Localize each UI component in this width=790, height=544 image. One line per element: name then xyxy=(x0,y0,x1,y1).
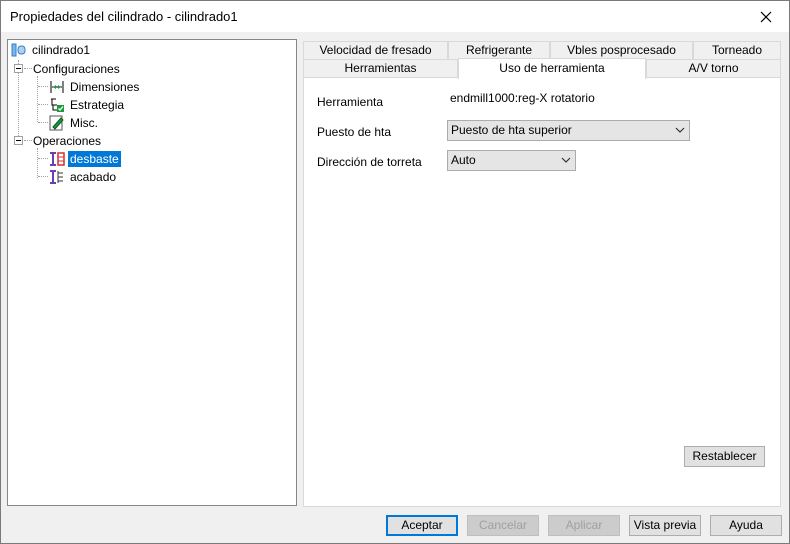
tree-item-dimensiones[interactable]: Dimensiones xyxy=(49,78,141,95)
strategy-icon xyxy=(51,98,64,112)
direccion-dropdown-value: Auto xyxy=(451,153,476,167)
tree-item-configuraciones[interactable]: Configuraciones xyxy=(31,60,122,77)
herramienta-label: Herramienta xyxy=(317,95,384,109)
property-tabs: Velocidad de fresado Refrigerante Vbles … xyxy=(303,41,781,507)
tree-connector xyxy=(37,76,38,122)
reset-button[interactable]: Restablecer xyxy=(684,446,765,467)
help-button[interactable]: Ayuda xyxy=(710,515,782,536)
direccion-dropdown[interactable]: Auto xyxy=(447,150,576,171)
puesto-dropdown-value: Puesto de hta superior xyxy=(451,123,572,137)
tree-item-root[interactable]: cilindrado1 xyxy=(11,41,92,58)
edit-icon xyxy=(49,115,64,130)
operations-tree[interactable]: cilindrado1 Configuraciones Dimensiones … xyxy=(7,39,297,506)
tree-connector xyxy=(37,148,38,178)
apply-button[interactable]: Aplicar xyxy=(548,515,620,536)
collapse-icon[interactable] xyxy=(14,136,23,145)
cylinder-icon xyxy=(11,43,26,56)
dimensions-icon xyxy=(50,80,64,93)
tree-label-operaciones: Operaciones xyxy=(33,133,102,148)
tab-av-torno[interactable]: A/V torno xyxy=(646,59,781,78)
chevron-down-icon xyxy=(675,127,685,133)
tree-label-acabado: acabado xyxy=(70,169,117,184)
chevron-down-icon xyxy=(561,157,571,163)
puesto-dropdown[interactable]: Puesto de hta superior xyxy=(447,120,690,141)
collapse-icon[interactable] xyxy=(14,64,23,73)
roughing-operation-icon xyxy=(50,151,65,166)
cancel-button[interactable]: Cancelar xyxy=(467,515,539,536)
tree-label-desbaste: desbaste xyxy=(68,150,121,167)
tree-item-operaciones[interactable]: Operaciones xyxy=(31,132,103,149)
tree-label-dimensiones: Dimensiones xyxy=(70,79,140,94)
tree-connector xyxy=(38,176,48,177)
tree-item-estrategia[interactable]: Estrategia xyxy=(49,96,126,113)
tree-label-configuraciones: Configuraciones xyxy=(33,61,120,76)
title-bar: Propiedades del cilindrado - cilindrado1 xyxy=(1,1,789,32)
close-button[interactable] xyxy=(743,1,789,32)
tree-item-misc[interactable]: Misc. xyxy=(49,114,100,131)
preview-button[interactable]: Vista previa xyxy=(629,515,701,536)
window-title: Propiedades del cilindrado - cilindrado1 xyxy=(10,9,238,24)
tab-torneado[interactable]: Torneado xyxy=(693,41,781,60)
tab-herramientas[interactable]: Herramientas xyxy=(303,59,458,78)
tree-connector xyxy=(38,104,48,105)
accept-button[interactable]: Aceptar xyxy=(386,515,458,536)
tree-label-root: cilindrado1 xyxy=(32,42,91,57)
direccion-label: Dirección de torreta xyxy=(317,155,422,169)
finishing-operation-icon xyxy=(50,169,63,184)
close-icon xyxy=(760,11,772,22)
tab-velocidad-fresado[interactable]: Velocidad de fresado xyxy=(303,41,448,60)
properties-dialog: Propiedades del cilindrado - cilindrado1… xyxy=(0,0,790,544)
tree-connector xyxy=(38,158,48,159)
tab-panel-uso-de-herramienta: Herramienta endmill1000:reg-X rotatorio … xyxy=(303,77,781,507)
tree-connector xyxy=(38,86,48,87)
tree-label-estrategia: Estrategia xyxy=(70,97,125,112)
tree-item-desbaste[interactable]: desbaste xyxy=(49,150,121,167)
tree-item-acabado[interactable]: acabado xyxy=(49,168,118,185)
tree-label-misc: Misc. xyxy=(70,115,98,130)
tab-uso-de-herramienta[interactable]: Uso de herramienta xyxy=(458,58,646,79)
puesto-label: Puesto de hta xyxy=(317,125,392,139)
herramienta-value: endmill1000:reg-X rotatorio xyxy=(450,91,595,105)
tree-connector xyxy=(38,122,48,123)
